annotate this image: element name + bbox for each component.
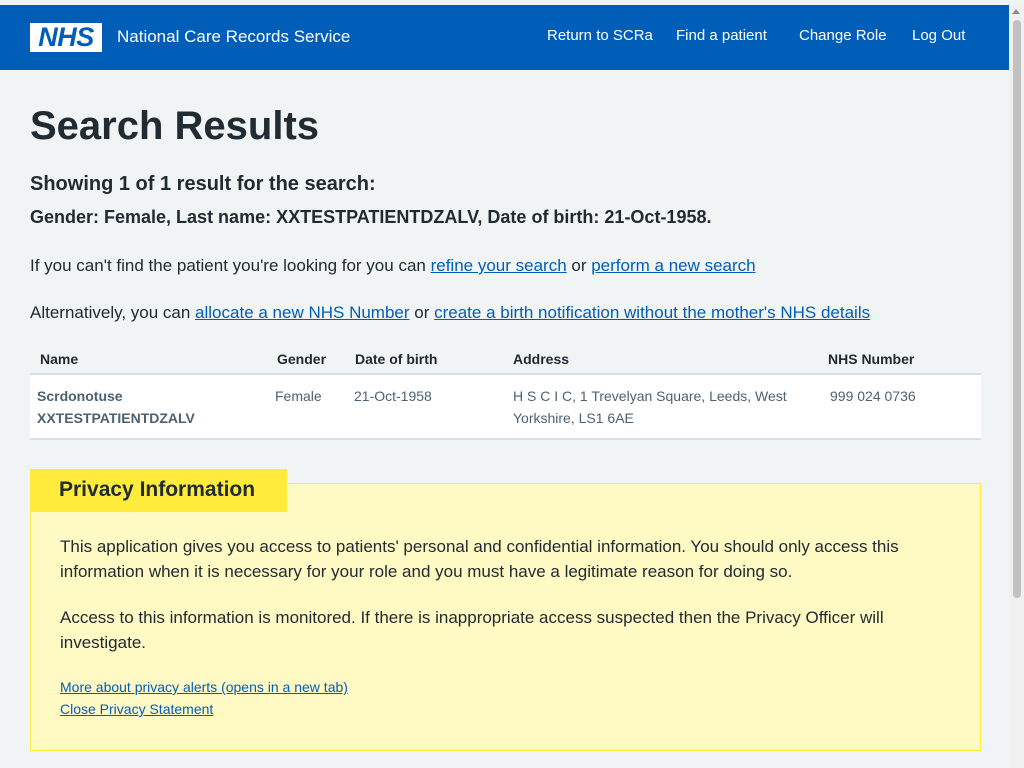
patient-last-name: XXTESTPATIENTDZALV: [37, 410, 195, 426]
service-name: National Care Records Service: [117, 27, 351, 46]
nav-change-role[interactable]: Change Role: [799, 27, 887, 44]
address-line-2: Yorkshire, LS1 6AE: [513, 410, 634, 426]
patient-dob: 21-Oct-1958: [354, 388, 432, 404]
privacy-paragraph-2-line-1: Access to this information is monitored.…: [60, 608, 884, 627]
nav-return-to-scra[interactable]: Return to SCRa: [547, 27, 653, 44]
column-header-nhs-number: NHS Number: [828, 351, 915, 367]
column-header-dob: Date of birth: [355, 351, 438, 367]
alt-or: or: [409, 303, 435, 322]
page-title: Search Results: [30, 104, 320, 148]
privacy-paragraph-1: This application gives you access to pat…: [60, 534, 960, 584]
new-search-link[interactable]: perform a new search: [591, 256, 755, 275]
privacy-paragraph-2: Access to this information is monitored.…: [60, 605, 960, 655]
patient-nhs-number: 999 024 0736: [830, 388, 916, 404]
table-row[interactable]: Scrdonotuse XXTESTPATIENTDZALV Female 21…: [30, 373, 981, 440]
refine-or: or: [566, 256, 592, 275]
scroll-up-arrow-icon[interactable]: [1012, 9, 1020, 14]
patient-first-name: Scrdonotuse: [37, 388, 123, 404]
patient-address: H S C I C, 1 Trevelyan Square, Leeds, We…: [513, 385, 787, 429]
privacy-paragraph-1-line-2: information when it is necessary for you…: [60, 562, 793, 581]
scrollbar-thumb[interactable]: [1013, 20, 1021, 598]
privacy-heading: Privacy Information: [59, 478, 256, 501]
nhs-logo-text: NHS: [38, 22, 94, 52]
column-header-gender: Gender: [277, 351, 327, 367]
privacy-paragraph-1-line-1: This application gives you access to pat…: [60, 537, 899, 556]
column-header-name: Name: [40, 351, 79, 367]
refine-search-text: If you can't find the patient you're loo…: [30, 256, 756, 276]
allocate-nhs-number-link[interactable]: allocate a new NHS Number: [195, 303, 409, 322]
nav-log-out[interactable]: Log Out: [912, 27, 965, 44]
address-line-1: H S C I C, 1 Trevelyan Square, Leeds, We…: [513, 388, 787, 404]
alternative-actions-text: Alternatively, you can allocate a new NH…: [30, 303, 870, 323]
patient-name[interactable]: Scrdonotuse XXTESTPATIENTDZALV: [37, 385, 195, 429]
nav-find-a-patient[interactable]: Find a patient: [676, 27, 767, 44]
nhs-logo[interactable]: NHS: [30, 23, 102, 52]
alt-prefix: Alternatively, you can: [30, 303, 196, 322]
close-privacy-statement-link[interactable]: Close Privacy Statement: [60, 701, 213, 717]
refine-prefix: If you can't find the patient you're loo…: [30, 256, 431, 275]
results-count: Showing 1 of 1 result for the search:: [30, 173, 376, 195]
patient-gender: Female: [275, 388, 322, 404]
site-header: NHS National Care Records Service Return…: [0, 5, 1009, 70]
search-criteria: Gender: Female, Last name: XXTESTPATIENT…: [30, 207, 712, 227]
birth-notification-link[interactable]: create a birth notification without the …: [434, 303, 870, 322]
refine-search-link[interactable]: refine your search: [431, 256, 567, 275]
privacy-heading-tab: Privacy Information: [30, 469, 287, 512]
column-header-address: Address: [513, 351, 570, 367]
privacy-alerts-link[interactable]: More about privacy alerts (opens in a ne…: [60, 679, 348, 695]
privacy-paragraph-2-line-2: investigate.: [60, 633, 146, 652]
